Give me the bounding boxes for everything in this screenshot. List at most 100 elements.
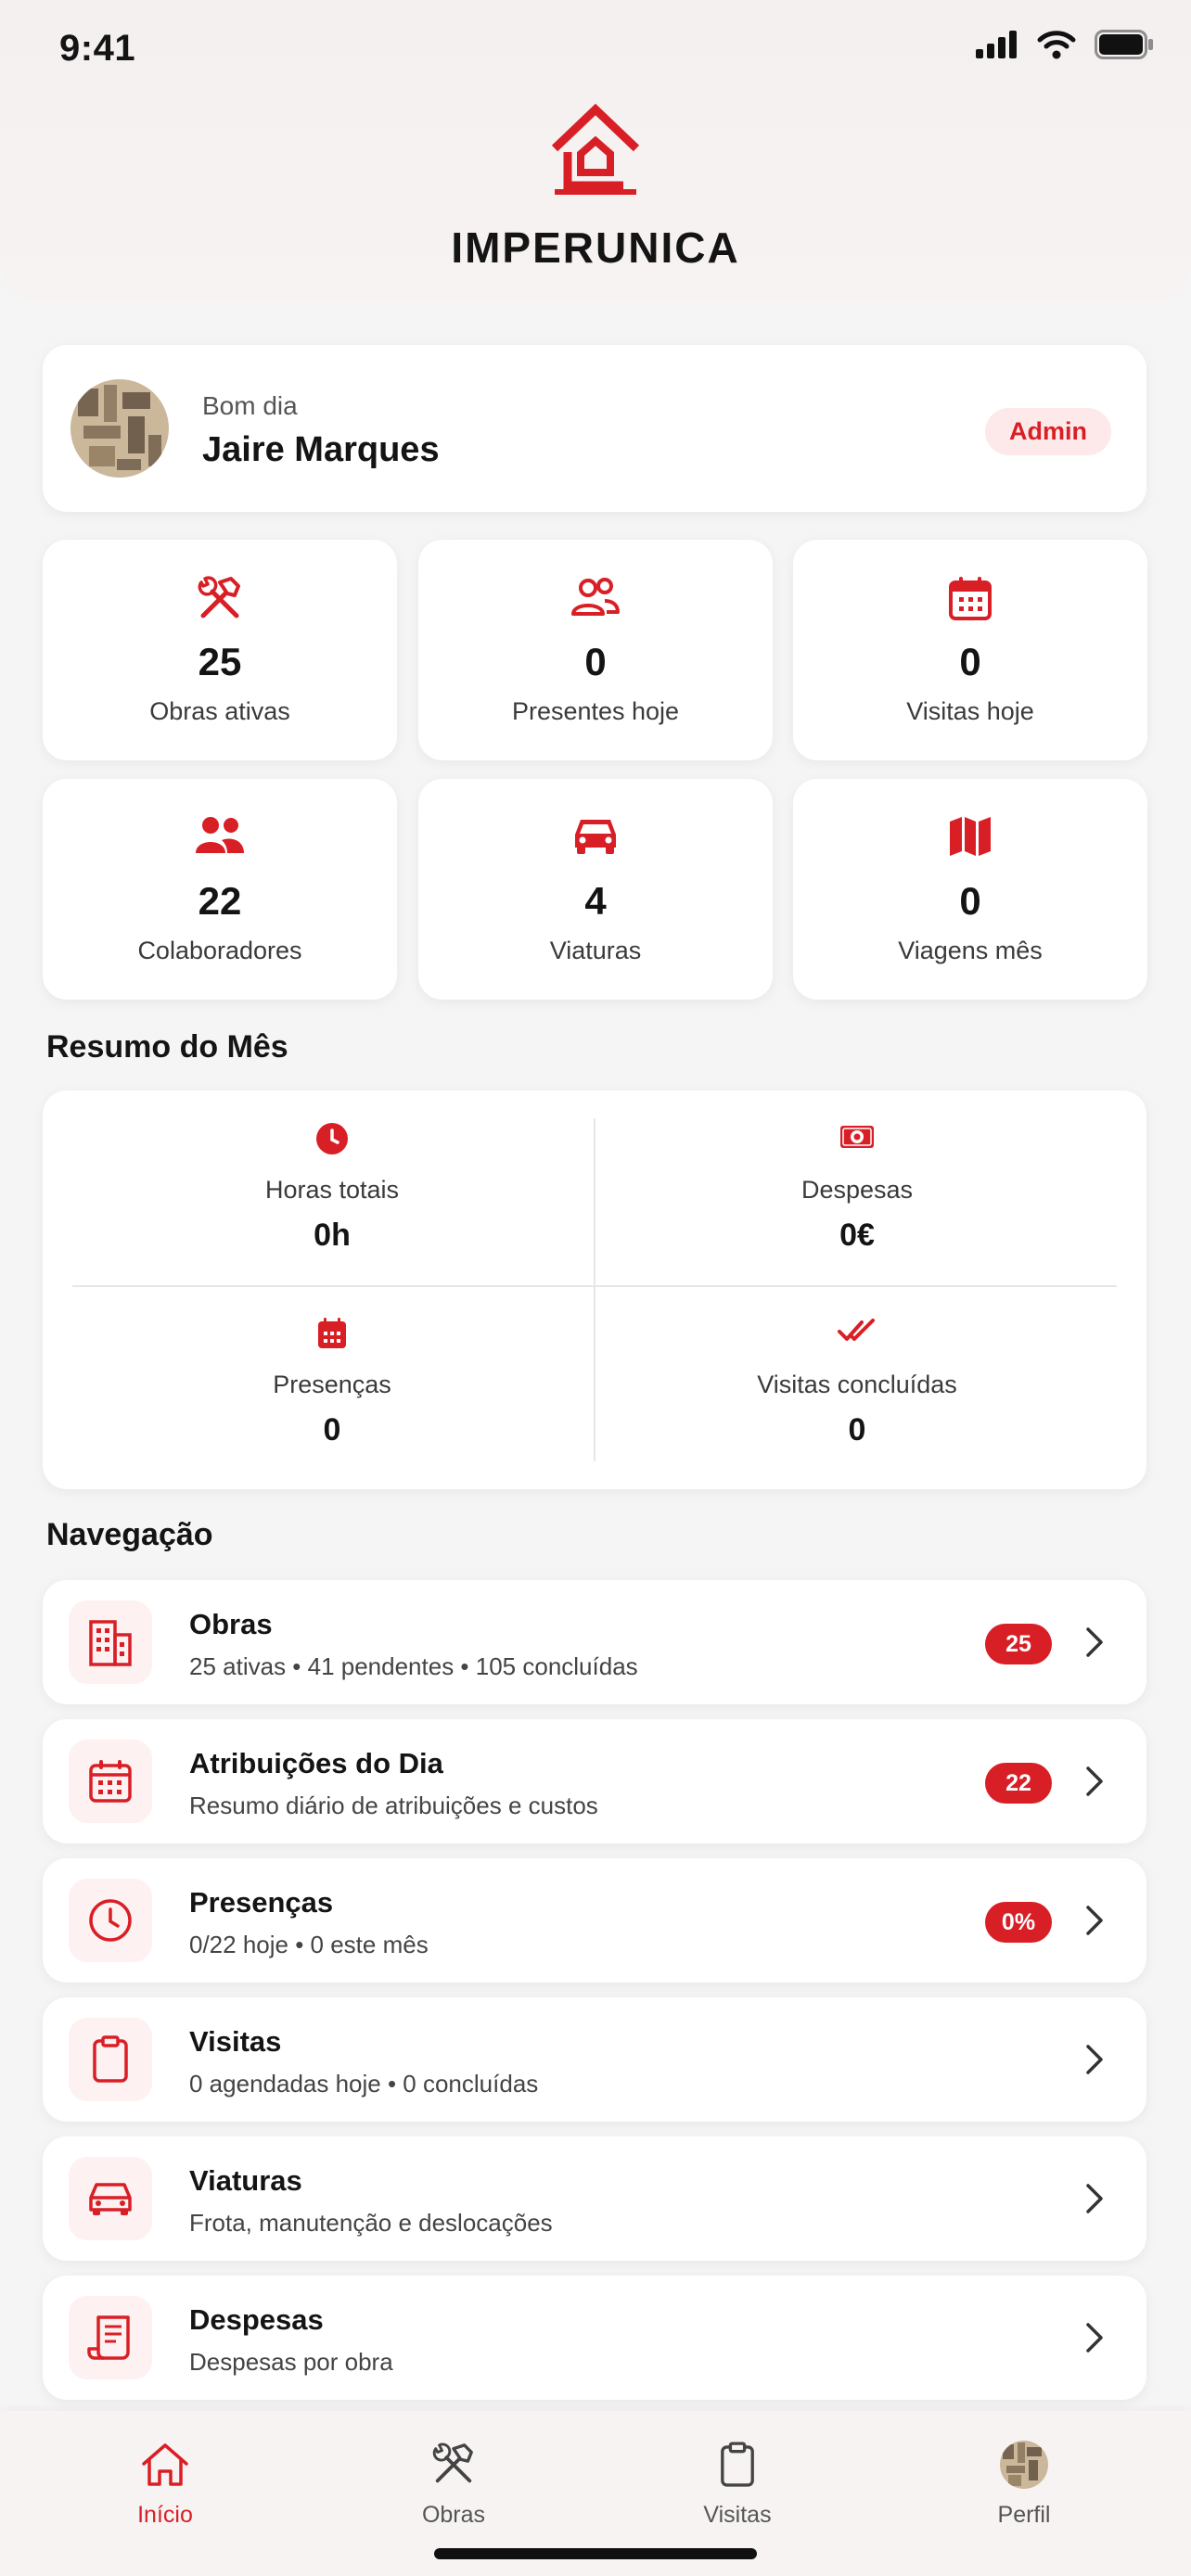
- nav-item-subtitle: 0 agendadas hoje • 0 concluídas: [189, 2070, 539, 2098]
- calendar-icon: [949, 577, 992, 620]
- stat-label: Viagens mês: [898, 937, 1043, 964]
- tab-inicio[interactable]: Início: [72, 2439, 258, 2529]
- building-icon: [89, 1620, 132, 1666]
- nav-item-title: Presenças: [189, 1886, 334, 1919]
- map-icon: [950, 817, 991, 856]
- chevron-right-icon: [1086, 1627, 1103, 1657]
- app-screen: 9:41 IMPERUNICA Bom dia Jaire Marques Ad…: [0, 0, 1191, 2576]
- nav-item-visitas[interactable]: Visitas 0 agendadas hoje • 0 concluídas: [43, 1997, 1146, 2122]
- nav-item-subtitle: Resumo diário de atribuições e custos: [189, 1792, 598, 1819]
- tab-label: Início: [137, 2502, 193, 2528]
- tab-obras[interactable]: Obras: [361, 2439, 546, 2529]
- summary-horas-totais: Horas totais 0h: [72, 1122, 592, 1254]
- logo-icon: [551, 104, 640, 195]
- receipt-icon: [87, 2315, 130, 2360]
- tab-label: Perfil: [997, 2502, 1051, 2528]
- stat-label: Obras ativas: [149, 697, 290, 725]
- stat-value: 25: [198, 640, 242, 683]
- chevron-right-icon: [1086, 1906, 1103, 1935]
- nav-item-subtitle: 0/22 hoje • 0 este mês: [189, 1931, 429, 1958]
- double-check-icon: [838, 1319, 875, 1341]
- stat-card-viagens-mes[interactable]: 0 Viagens mês: [793, 779, 1147, 1000]
- summary-presencas: Presenças 0: [72, 1317, 592, 1448]
- car-icon: [575, 820, 616, 854]
- stat-value: 0: [959, 640, 981, 683]
- nav-item-presencas[interactable]: Presenças 0/22 hoje • 0 este mês 0%: [43, 1858, 1146, 1983]
- stat-value: 0: [959, 879, 981, 923]
- summary-value: 0: [323, 1412, 341, 1447]
- stat-value: 22: [198, 879, 242, 923]
- home-icon: [142, 2443, 188, 2486]
- chevron-right-icon: [1086, 2323, 1103, 2353]
- divider: [594, 1118, 596, 1461]
- tools-icon: [432, 2442, 473, 2483]
- summary-section-title: Resumo do Mês: [46, 1029, 288, 1065]
- nav-item-atribuicoes-do-dia[interactable]: Atribuições do Dia Resumo diário de atri…: [43, 1719, 1146, 1843]
- stat-label: Viaturas: [549, 937, 642, 964]
- user-card[interactable]: Bom dia Jaire Marques Admin: [43, 345, 1146, 512]
- nav-item-subtitle: Despesas por obra: [189, 2348, 393, 2376]
- user-name: Jaire Marques: [202, 430, 440, 469]
- stat-label: Colaboradores: [137, 937, 302, 964]
- nav-item-subtitle: 25 ativas • 41 pendentes • 105 concluída…: [189, 1652, 638, 1680]
- status-time: 9:41: [59, 28, 136, 69]
- calendar-icon: [89, 1760, 132, 1803]
- nav-item-obras[interactable]: Obras 25 ativas • 41 pendentes • 105 con…: [43, 1580, 1146, 1704]
- summary-visitas-concluidas: Visitas concluídas 0: [597, 1317, 1117, 1448]
- divider: [72, 1285, 1117, 1287]
- summary-label: Visitas concluídas: [757, 1371, 957, 1398]
- chevron-right-icon: [1086, 2184, 1103, 2213]
- nav-item-viaturas[interactable]: Viaturas Frota, manutenção e deslocações: [43, 2136, 1146, 2261]
- summary-label: Horas totais: [264, 1176, 400, 1204]
- summary-label: Despesas: [800, 1176, 914, 1204]
- stat-value: 4: [584, 879, 607, 923]
- percent-badge: 0%: [985, 1902, 1052, 1943]
- summary-value: 0: [848, 1412, 866, 1447]
- signal-icon: [976, 31, 1017, 58]
- tab-label: Visitas: [703, 2502, 772, 2528]
- car-icon: [89, 2183, 132, 2215]
- money-icon: [840, 1126, 874, 1148]
- stat-card-colaboradores[interactable]: 22 Colaboradores: [43, 779, 397, 1000]
- stat-card-visitas-hoje[interactable]: 0 Visitas hoje: [793, 540, 1147, 760]
- chevron-right-icon: [1086, 1766, 1103, 1796]
- stat-label: Visitas hoje: [906, 697, 1034, 725]
- stat-card-obras-ativas[interactable]: 25 Obras ativas: [43, 540, 397, 760]
- nav-item-title: Visitas: [189, 2025, 282, 2058]
- brand-name: IMPERUNICA: [451, 223, 740, 272]
- battery-icon: [1095, 30, 1153, 59]
- stat-card-presentes-hoje[interactable]: 0 Presentes hoje: [418, 540, 773, 760]
- people-icon: [196, 817, 244, 853]
- tools-icon: [198, 576, 240, 618]
- clipboard-icon: [721, 2442, 754, 2487]
- status-icons: [976, 30, 1154, 59]
- clipboard-icon: [93, 2035, 128, 2083]
- count-badge: 22: [985, 1763, 1052, 1804]
- summary-value: 0€: [839, 1218, 875, 1253]
- clock-icon: [316, 1123, 348, 1154]
- nav-item-subtitle: Frota, manutenção e deslocações: [189, 2209, 553, 2237]
- avatar[interactable]: [70, 379, 169, 478]
- summary-value: 0h: [314, 1218, 351, 1253]
- role-badge: Admin: [985, 408, 1111, 455]
- nav-item-title: Despesas: [189, 2303, 324, 2336]
- chevron-right-icon: [1086, 2045, 1103, 2074]
- summary-despesas: Despesas 0€: [597, 1122, 1117, 1254]
- stat-label: Presentes hoje: [511, 697, 680, 725]
- tab-visitas[interactable]: Visitas: [645, 2439, 830, 2529]
- monthly-summary-card: Horas totais 0h Despesas 0€ Presenças 0 …: [43, 1090, 1146, 1489]
- summary-label: Presenças: [273, 1371, 391, 1398]
- avatar: [1000, 2441, 1048, 2489]
- count-badge: 25: [985, 1624, 1052, 1664]
- tab-label: Obras: [421, 2502, 486, 2528]
- nav-item-title: Viaturas: [189, 2164, 302, 2197]
- nav-item-despesas[interactable]: Despesas Despesas por obra: [43, 2276, 1146, 2400]
- navigation-section-title: Navegação: [46, 1517, 213, 1552]
- stat-card-viaturas[interactable]: 4 Viaturas: [418, 779, 773, 1000]
- calendar-icon: [318, 1318, 346, 1348]
- tab-perfil[interactable]: Perfil: [931, 2439, 1117, 2529]
- people-outline-icon: [571, 578, 620, 616]
- clock-icon: [89, 1899, 132, 1942]
- greeting-text: Bom dia: [202, 391, 298, 420]
- home-indicator: [434, 2548, 757, 2559]
